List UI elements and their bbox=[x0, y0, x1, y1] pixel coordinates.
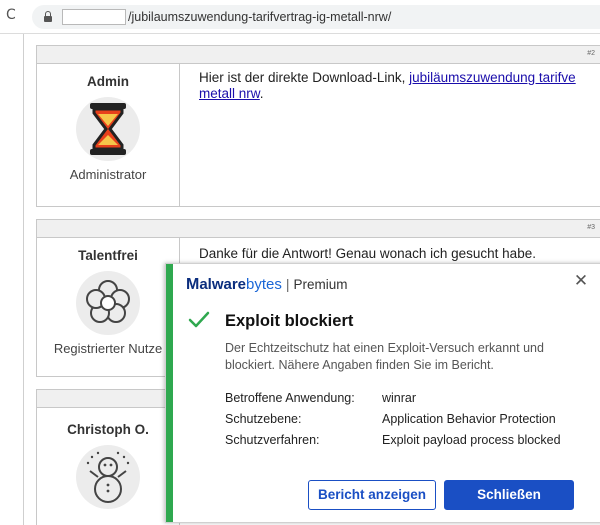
author-name[interactable]: Christoph O. bbox=[37, 422, 179, 437]
status-accent-bar bbox=[166, 264, 173, 522]
detail-label: Betroffene Anwendung: bbox=[225, 391, 355, 405]
post-text-suffix: . bbox=[259, 86, 264, 101]
author-cell: Christoph O. bbox=[37, 408, 180, 525]
author-name[interactable]: Talentfrei bbox=[37, 248, 179, 263]
browser-address-bar: C /jubilaumszuwendung-tarifvertrag-ig-me… bbox=[0, 0, 600, 34]
post-header: #3 bbox=[37, 220, 600, 238]
detail-value: Exploit payload process blocked bbox=[382, 433, 561, 447]
brand-name-light: bytes bbox=[246, 276, 282, 293]
forum-post: #2 Admin Administrator Hier ist der dire… bbox=[36, 45, 600, 207]
url-path[interactable]: /jubilaumszuwendung-tarifvertrag-ig-meta… bbox=[128, 9, 391, 25]
detail-label: Schutzverfahren: bbox=[225, 433, 320, 447]
malwarebytes-notification: Malwarebytes | Premium ✕ Exploit blockiert… bbox=[165, 263, 600, 523]
detail-row: Betroffene Anwendung: winrar bbox=[225, 391, 416, 405]
brand-name-bold: alware bbox=[199, 276, 247, 293]
reload-icon[interactable]: C bbox=[6, 8, 20, 22]
post-number[interactable]: #3 bbox=[587, 224, 595, 231]
lock-icon[interactable] bbox=[44, 11, 52, 22]
author-role: Registrierter Nutze bbox=[53, 341, 163, 356]
author-name[interactable]: Admin bbox=[37, 74, 179, 89]
hourglass-icon bbox=[76, 97, 140, 161]
brand-logo: Malwarebytes | Premium bbox=[186, 275, 348, 294]
close-icon[interactable]: ✕ bbox=[573, 273, 589, 290]
malwarebytes-logo-icon: M bbox=[186, 276, 200, 293]
post-text-prefix: Hier ist der direkte Download-Link, bbox=[199, 70, 410, 85]
post-header: #2 bbox=[37, 46, 600, 64]
notification-title: Exploit blockiert bbox=[225, 312, 354, 330]
snowman-icon bbox=[76, 445, 140, 509]
brand-separator: | bbox=[285, 276, 290, 292]
post-text: Hier ist der direkte Download-Link, jubi… bbox=[199, 70, 576, 102]
flower-icon bbox=[76, 271, 140, 335]
brand-tier: Premium bbox=[293, 277, 348, 292]
view-report-button[interactable]: Bericht anzeigen bbox=[308, 480, 436, 510]
author-cell: Talentfrei Registrierter Nutze bbox=[37, 238, 180, 376]
download-link[interactable]: jubiläumszuwendung tarifve bbox=[409, 70, 576, 85]
detail-row: Schutzverfahren: Exploit payload process … bbox=[225, 433, 561, 447]
notification-description: Der Echtzeitschutz hat einen Exploit-Ver… bbox=[225, 341, 544, 372]
post-text: Danke für die Antwort! Genau wonach ich … bbox=[199, 246, 536, 261]
detail-row: Schutzebene: Application Behavior Protect… bbox=[225, 412, 556, 426]
left-divider bbox=[23, 34, 24, 525]
close-button[interactable]: Schließen bbox=[444, 480, 574, 510]
author-cell: Admin Administrator bbox=[37, 64, 180, 206]
checkmark-icon bbox=[188, 311, 210, 328]
redacted-domain bbox=[62, 9, 126, 25]
author-role: Administrator bbox=[69, 167, 147, 182]
detail-label: Schutzebene: bbox=[225, 412, 302, 426]
download-link-cont[interactable]: metall nrw bbox=[199, 86, 260, 101]
post-number[interactable]: #2 bbox=[587, 50, 595, 57]
detail-value: Application Behavior Protection bbox=[382, 412, 556, 426]
detail-value: winrar bbox=[382, 391, 417, 405]
omnibox[interactable]: /jubilaumszuwendung-tarifvertrag-ig-meta… bbox=[32, 5, 600, 29]
